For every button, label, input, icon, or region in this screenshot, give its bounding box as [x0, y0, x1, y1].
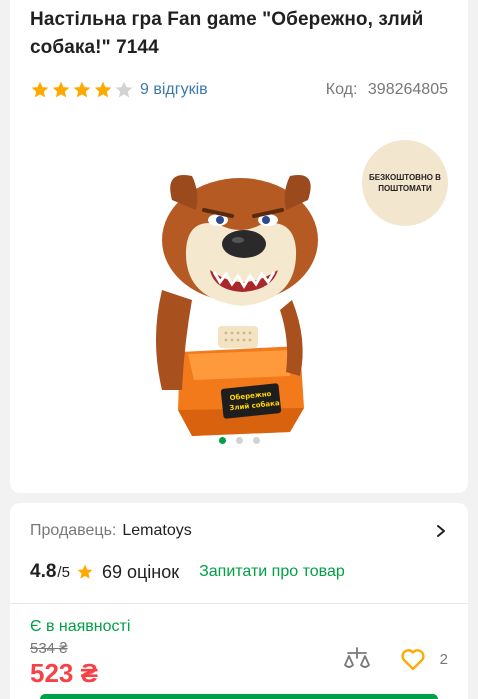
gallery-pagination	[10, 437, 468, 444]
ask-about-product-link[interactable]: Запитати про товар	[199, 563, 345, 581]
product-code-label: Код:	[325, 81, 358, 98]
star-icon-filled	[31, 81, 49, 98]
product-card: Настільна гра Fan game "Обережно, злий с…	[10, 0, 468, 493]
seller-score-max: /5	[57, 563, 70, 581]
product-actions: 2	[340, 642, 448, 676]
star-icon-empty	[115, 81, 133, 98]
gallery-dot-3[interactable]	[252, 437, 260, 444]
price-row: 534 ₴ 523 ₴ 2	[30, 640, 448, 689]
product-gallery[interactable]: Обережно Злий собака БЕЗКОШТОВНО В ПОШТО…	[10, 130, 468, 460]
chevron-right-icon[interactable]	[434, 524, 448, 538]
availability-status: Є в наявності	[30, 618, 131, 635]
gallery-dot-2[interactable]	[235, 437, 243, 444]
divider	[10, 603, 468, 604]
favorites-count: 2	[439, 650, 448, 668]
star-icon-filled	[52, 81, 70, 98]
gallery-dot-1[interactable]	[218, 437, 226, 444]
buy-button[interactable]	[40, 694, 438, 699]
product-title: Настільна гра Fan game "Обережно, злий с…	[30, 9, 424, 58]
product-code-value: 398264805	[367, 81, 448, 98]
heart-icon	[401, 649, 425, 671]
star-icon	[77, 564, 93, 579]
seller-row[interactable]: Продавець: Lematoys	[30, 503, 448, 557]
product-image[interactable]: Обережно Злий собака	[122, 140, 358, 458]
product-code: Код: 398264805	[326, 81, 448, 99]
compare-button[interactable]	[340, 642, 374, 676]
promo-badge: БЕЗКОШТОВНО В ПОШТОМАТИ	[362, 140, 448, 226]
reviews-link[interactable]: 9 відгуків	[140, 81, 208, 99]
star-icon-filled	[73, 81, 91, 98]
rating-row: 9 відгуків Код: 398264805	[30, 78, 448, 102]
old-price: 534 ₴	[30, 640, 68, 657]
seller-score-row: 4.8 /5 69 оцінок Запитати про товар	[30, 557, 448, 587]
price-block: 534 ₴ 523 ₴	[30, 640, 98, 689]
rating-stars	[30, 80, 134, 100]
seller-score: 4.8	[30, 561, 57, 582]
current-price: 523 ₴	[30, 658, 98, 688]
favorite-button[interactable]	[396, 642, 430, 676]
star-icon-filled	[94, 81, 112, 98]
seller-name[interactable]: Lematoys	[122, 522, 191, 540]
seller-votes: 69 оцінок	[101, 561, 180, 582]
seller-label: Продавець:	[30, 522, 117, 539]
seller-offer-card: Продавець: Lematoys 4.8 /5 69 оцінок Зап…	[10, 503, 468, 699]
scales-icon	[343, 647, 370, 668]
